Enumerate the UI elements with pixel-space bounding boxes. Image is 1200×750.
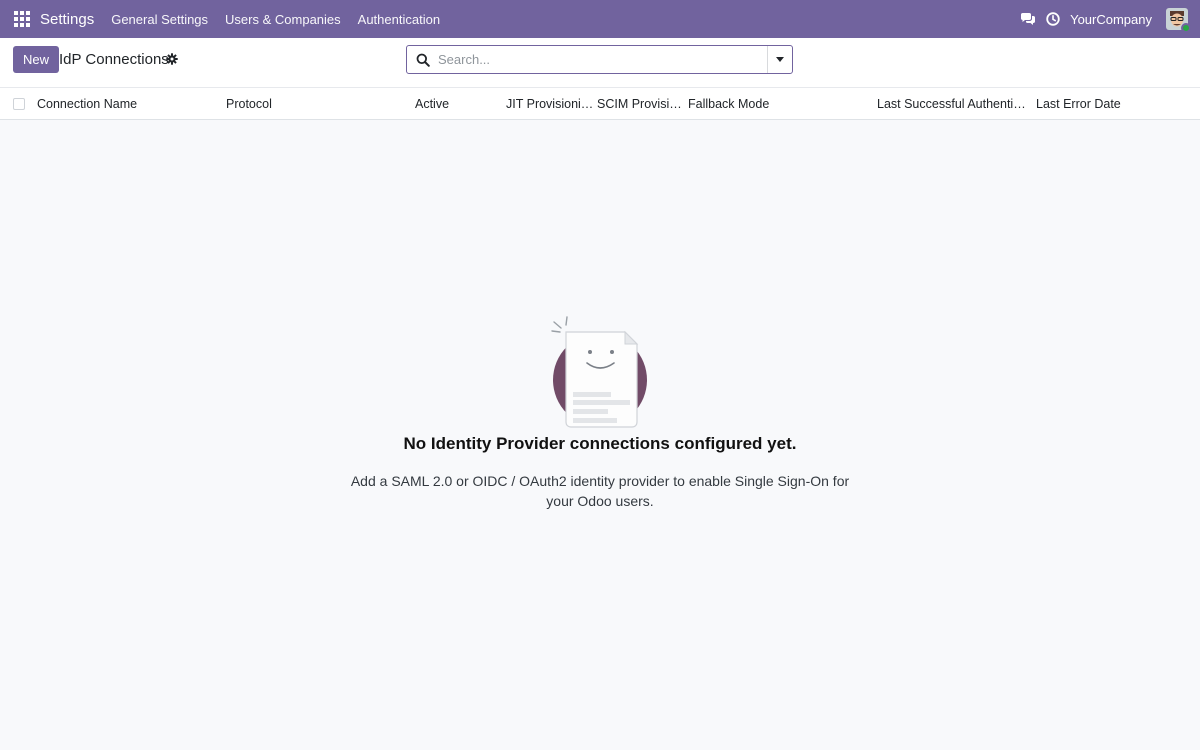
clock-icon[interactable] — [1045, 11, 1061, 27]
online-status-dot — [1181, 23, 1191, 33]
column-active[interactable]: Active — [415, 88, 500, 120]
gear-icon[interactable] — [166, 53, 178, 65]
new-button[interactable]: New — [13, 46, 60, 73]
user-avatar[interactable] — [1166, 8, 1191, 33]
control-panel: New IdP Connections — [0, 38, 1200, 88]
column-last-successful-auth[interactable]: Last Successful Authentic… — [877, 88, 1027, 120]
select-all-checkbox[interactable] — [13, 98, 25, 110]
menu-users-companies[interactable]: Users & Companies — [225, 12, 341, 27]
search-input[interactable] — [438, 46, 767, 73]
search-bar — [406, 45, 793, 74]
chevron-down-icon — [776, 57, 784, 62]
navbar-systray: YourCompany — [1020, 0, 1200, 38]
page-title: IdP Connections — [59, 51, 169, 68]
menu-authentication[interactable]: Authentication — [358, 12, 440, 27]
app-brand[interactable]: Settings — [40, 11, 94, 28]
apps-grid-icon[interactable] — [14, 11, 30, 27]
column-scim-provisioning[interactable]: SCIM Provisi… — [597, 88, 683, 120]
company-switcher[interactable]: YourCompany — [1070, 12, 1152, 27]
chat-icon[interactable] — [1020, 11, 1036, 27]
column-fallback-mode[interactable]: Fallback Mode — [688, 88, 868, 120]
column-jit-provisioning[interactable]: JIT Provisioning — [506, 88, 594, 120]
search-options-toggle[interactable] — [767, 46, 792, 73]
column-protocol[interactable]: Protocol — [226, 88, 406, 120]
column-connection-name[interactable]: Connection Name — [37, 88, 217, 120]
top-navbar: Settings General Settings Users & Compan… — [0, 0, 1200, 38]
column-last-error-date[interactable]: Last Error Date — [1036, 88, 1186, 120]
list-header: Connection Name Protocol Active JIT Prov… — [0, 88, 1200, 120]
empty-document-illustration — [551, 316, 647, 428]
empty-state-description: Add a SAML 2.0 or OIDC / OAuth2 identity… — [350, 473, 850, 509]
search-icon — [416, 53, 430, 67]
empty-state-title: No Identity Provider connections configu… — [403, 434, 797, 453]
menu-general-settings[interactable]: General Settings — [111, 12, 208, 27]
